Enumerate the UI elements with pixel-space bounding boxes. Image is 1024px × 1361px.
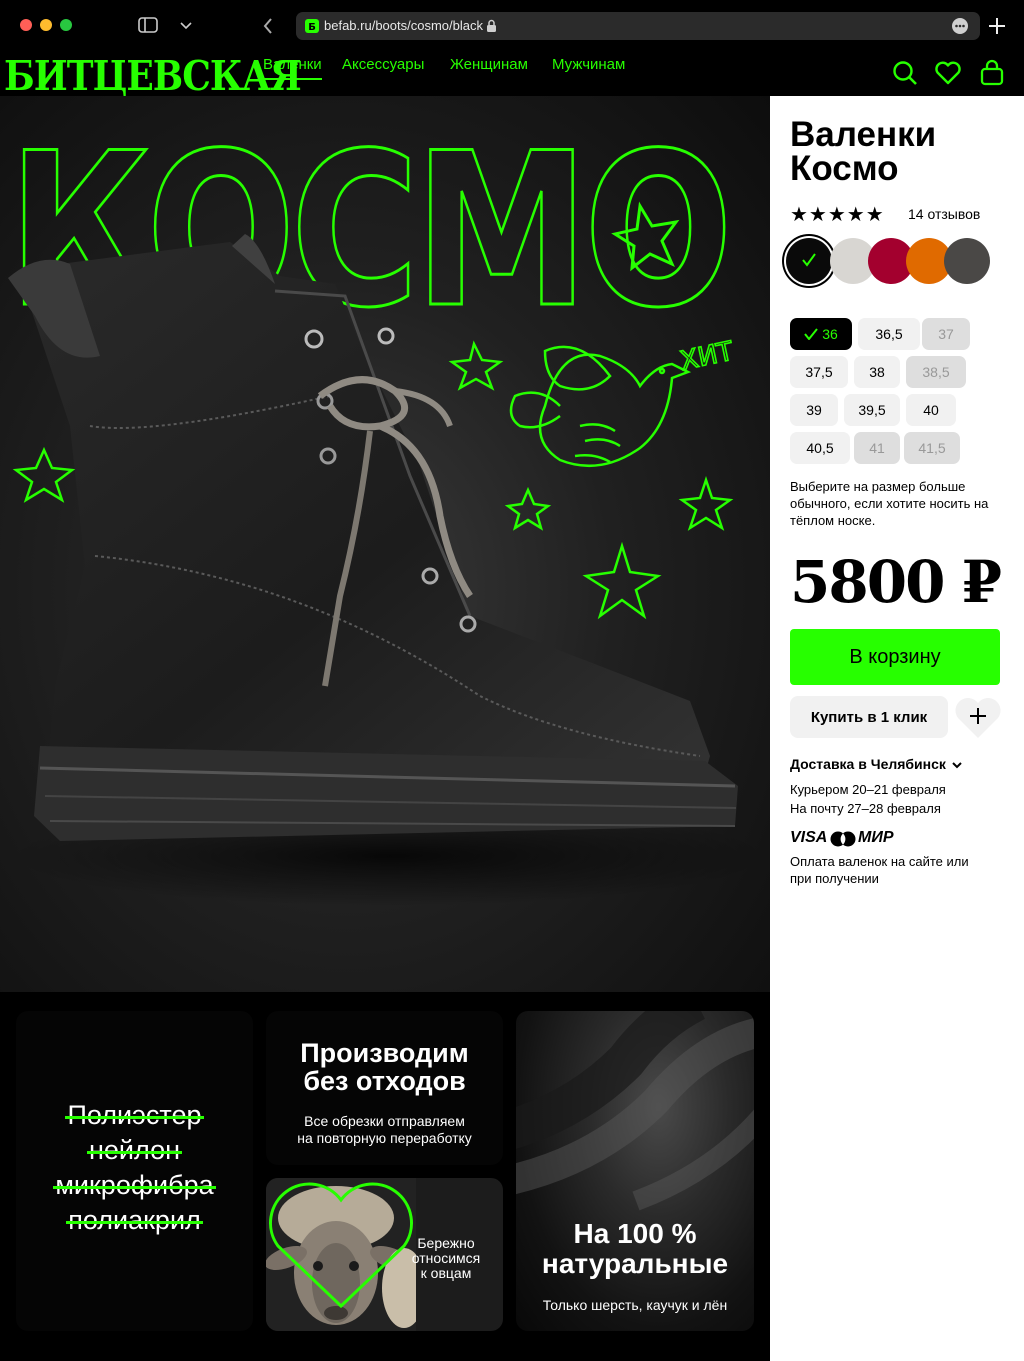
more-options-icon[interactable] (952, 18, 968, 34)
add-to-cart-button[interactable]: В корзину (790, 629, 1000, 685)
search-icon[interactable] (892, 60, 918, 86)
natural-text: Только шерсть, каучук и лён (542, 1297, 728, 1313)
sheep-text: Бережно (417, 1235, 475, 1251)
color-swatch-graphite[interactable] (944, 238, 990, 284)
no-waste-text: на повторную переработку (297, 1130, 472, 1146)
size-option[interactable]: 40,5 (790, 432, 850, 464)
no-waste-text: Все обрезки отправляем (304, 1113, 465, 1129)
size-option[interactable]: 36,5 (858, 318, 920, 350)
mastercard-logo-icon (830, 831, 856, 847)
close-window-button[interactable] (20, 19, 32, 31)
color-swatch-black[interactable] (786, 238, 832, 284)
nav-item-accessories[interactable]: Аксессуары (342, 56, 424, 78)
doodle-star-icon (582, 541, 662, 620)
size-option[interactable]: 38 (854, 356, 900, 388)
sidebar-toggle-icon[interactable] (138, 17, 158, 34)
site-favicon-icon: Б (305, 19, 319, 33)
sheep-text: относимся (411, 1250, 481, 1266)
size-option-unavailable: 41 (854, 432, 900, 464)
product-panel: Валенки Космо ★★★★★ 14 отзывов 36 36,5 3… (770, 96, 1024, 1361)
price: 5800 ₽ (790, 548, 1002, 616)
product-title-line: Космо (790, 149, 899, 188)
product-title-line: Валенки (790, 115, 937, 154)
payment-note: Оплата валенок на сайте или при получени… (790, 854, 969, 886)
nav-item-valenki[interactable]: Валенки (263, 56, 322, 80)
no-waste-card: Производим без отходов Все обрезки отпра… (266, 1011, 503, 1165)
material-item: Полиэстер (67, 1100, 202, 1130)
lock-icon (487, 19, 496, 32)
nav-item-men[interactable]: Мужчинам (552, 56, 625, 78)
svg-text:Б: Б (308, 22, 316, 33)
product-title: Валенки Космо (790, 115, 1020, 188)
material-item: полиакрил (68, 1205, 201, 1235)
buy-one-click-button[interactable]: Купить в 1 клик (790, 696, 948, 738)
size-option-unavailable: 38,5 (906, 356, 966, 388)
browser-toolbar: Б befab.ru/boots/cosmo/black (0, 0, 1024, 52)
doodle-star-icon (678, 476, 734, 531)
natural-title: На 100 % (573, 1218, 697, 1249)
site-header: БИТЦЕВСКАЯ Валенки Аксессуары Женщинам М… (0, 52, 1024, 100)
size-option[interactable]: 39 (790, 394, 838, 426)
cart-bag-icon[interactable] (980, 59, 1004, 86)
delivery-post: На почту 27–28 февраля (790, 801, 941, 816)
materials-card: Полиэстер нейлон микрофибра полиакрил (16, 1011, 253, 1331)
visa-logo: VISA (790, 829, 828, 846)
bird-doodle-icon (509, 345, 692, 468)
maximize-window-button[interactable] (60, 19, 72, 31)
sheep-card: Бережно относимся к овцам (266, 1178, 503, 1331)
rating-stars-icon: ★★★★★ (790, 204, 885, 226)
address-bar[interactable]: Б befab.ru/boots/cosmo/black (296, 12, 980, 40)
size-option[interactable]: 37,5 (790, 356, 848, 388)
wool-texture-image (516, 1011, 754, 1211)
size-option-36[interactable]: 36 (790, 318, 852, 350)
sheep-text: к овцам (420, 1265, 472, 1281)
natural-title: натуральные (541, 1248, 729, 1279)
no-waste-title: без отходов (303, 1066, 466, 1096)
chevron-down-icon (952, 762, 962, 769)
material-item: нейлон (89, 1135, 180, 1165)
size-option[interactable]: 39,5 (844, 394, 900, 426)
doodle-star-icon (12, 446, 76, 503)
hero-image: КОСМО ХИТ (0, 96, 770, 992)
sheep-image (266, 1178, 416, 1331)
back-icon[interactable] (262, 17, 274, 35)
heart-icon[interactable] (934, 60, 962, 86)
mir-logo: МИР (858, 829, 894, 846)
check-icon (804, 328, 818, 340)
reviews-link[interactable]: 14 отзывов (908, 206, 980, 222)
site-logo[interactable]: БИТЦЕВСКАЯ (4, 52, 302, 100)
delivery-city-selector[interactable]: Доставка в Челябинск (790, 756, 962, 772)
url-text: befab.ru/boots/cosmo/black (324, 18, 483, 33)
new-tab-icon[interactable] (988, 17, 1006, 35)
size-hint: Выберите на размер больше обычного, если… (790, 479, 989, 528)
size-option-unavailable: 37 (922, 318, 970, 350)
no-waste-title: Производим (300, 1038, 469, 1068)
natural-card: На 100 % натуральные Только шерсть, кауч… (516, 1011, 754, 1331)
material-item: микрофибра (55, 1170, 214, 1200)
check-icon (802, 253, 816, 267)
size-option-unavailable: 41,5 (904, 432, 960, 464)
doodle-star-icon (504, 486, 552, 531)
size-option[interactable]: 40 (906, 394, 956, 426)
delivery-courier: Курьером 20–21 февраля (790, 782, 946, 797)
minimize-window-button[interactable] (40, 19, 52, 31)
nav-item-women[interactable]: Женщинам (450, 56, 528, 78)
chevron-down-icon[interactable] (180, 22, 192, 30)
add-to-favorites-icon[interactable] (954, 694, 1002, 740)
